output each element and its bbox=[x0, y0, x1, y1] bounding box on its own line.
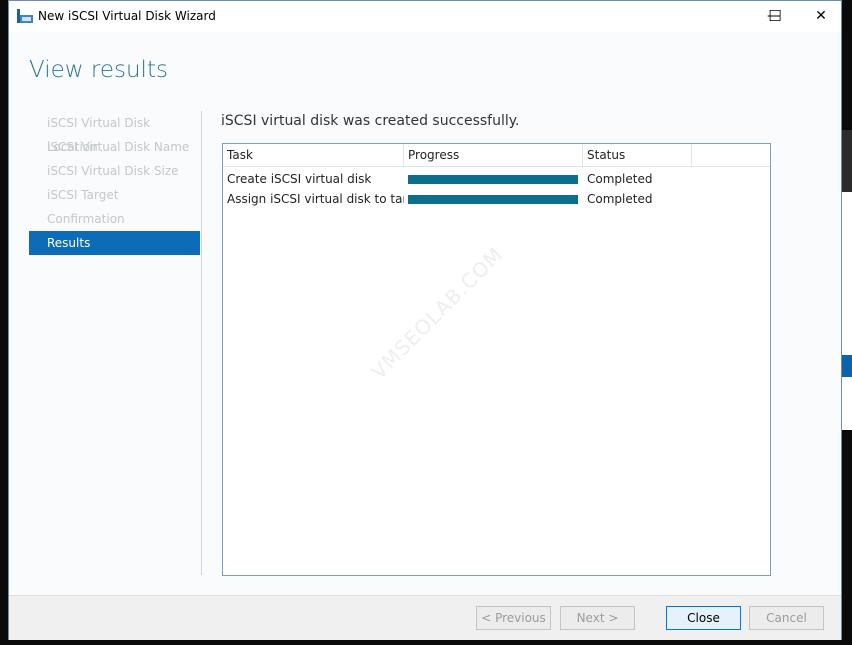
status-cell: Completed bbox=[587, 192, 653, 206]
background-window bbox=[842, 130, 852, 430]
button-bar: < Previous Next > Close Cancel bbox=[9, 595, 841, 640]
close-button[interactable]: Close bbox=[666, 606, 741, 630]
divider bbox=[201, 111, 202, 575]
results-table: Task Progress Status Create iSCSI virtua… bbox=[222, 143, 771, 576]
window-title: New iSCSI Virtual Disk Wizard bbox=[38, 9, 216, 23]
step-confirmation: Confirmation bbox=[47, 212, 125, 226]
table-row[interactable]: Assign iSCSI virtual disk to target Comp… bbox=[223, 189, 770, 209]
table-row[interactable]: Create iSCSI virtual disk Completed bbox=[223, 169, 770, 189]
previous-button[interactable]: < Previous bbox=[476, 606, 551, 630]
progress-cell bbox=[404, 174, 583, 184]
maximize-button[interactable]: ☐ bbox=[752, 1, 798, 32]
status-cell: Completed bbox=[587, 172, 653, 186]
step-target: iSCSI Target bbox=[47, 188, 119, 202]
column-task[interactable]: Task bbox=[223, 144, 404, 166]
wizard-window: New iSCSI Virtual Disk Wizard — ☐ ✕ View… bbox=[8, 0, 842, 640]
next-button[interactable]: Next > bbox=[560, 606, 635, 630]
page-title: View results bbox=[29, 57, 168, 83]
wizard-app-icon bbox=[17, 9, 33, 23]
task-cell: Assign iSCSI virtual disk to target bbox=[227, 192, 404, 206]
progress-bar bbox=[408, 194, 578, 204]
task-cell: Create iSCSI virtual disk bbox=[227, 172, 372, 186]
step-name: iSCSI Virtual Disk Name bbox=[47, 140, 190, 154]
column-progress[interactable]: Progress bbox=[404, 144, 583, 166]
step-location: iSCSI Virtual Disk Location bbox=[47, 116, 151, 154]
title-bar[interactable]: New iSCSI Virtual Disk Wizard — ☐ ✕ bbox=[9, 1, 841, 32]
table-header: Task Progress Status bbox=[223, 144, 770, 167]
progress-cell bbox=[404, 194, 583, 204]
cancel-button[interactable]: Cancel bbox=[749, 606, 824, 630]
close-window-button[interactable]: ✕ bbox=[798, 1, 844, 32]
result-message: iSCSI virtual disk was created successfu… bbox=[221, 113, 520, 129]
step-results[interactable]: Results bbox=[29, 231, 200, 255]
wizard-steps: iSCSI Virtual Disk Location iSCSI Virtua… bbox=[29, 111, 200, 255]
column-status[interactable]: Status bbox=[583, 144, 692, 166]
step-size: iSCSI Virtual Disk Size bbox=[47, 164, 179, 178]
progress-bar bbox=[408, 174, 578, 184]
